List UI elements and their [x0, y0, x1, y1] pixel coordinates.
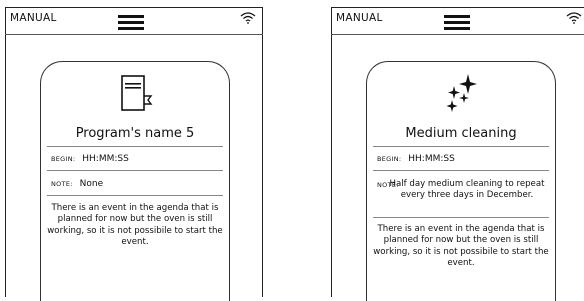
program-title: Program's name 5 — [75, 126, 195, 141]
begin-key: BEGIN: — [377, 155, 402, 163]
conflict-message: There is an event in the agenda that is … — [373, 224, 549, 268]
begin-value: HH:MM:SS — [408, 154, 455, 164]
conflict-message: There is an event in the agenda that is … — [47, 203, 223, 247]
divider — [47, 195, 223, 196]
begin-key: BEGIN: — [51, 155, 76, 163]
begin-row: BEGIN: HH:MM:SS — [51, 154, 129, 164]
begin-value: HH:MM:SS — [82, 154, 129, 164]
event-card: Medium cleaning BEGIN: HH:MM:SS NOTE: Ha… — [366, 61, 556, 301]
left-phone-screen: MANUAL Program's name 5 BEGIN: HH:MM:SS — [5, 7, 263, 301]
divider — [373, 170, 549, 171]
top-bar: MANUAL — [5, 8, 263, 36]
note-row: NOTE: None — [51, 179, 103, 189]
begin-row: BEGIN: HH:MM:SS — [377, 154, 455, 164]
divider — [47, 170, 223, 171]
note-value: Half day medium cleaning to repeat every… — [389, 179, 545, 201]
mode-label: MANUAL — [336, 12, 383, 24]
program-book-icon — [121, 75, 153, 111]
note-key: NOTE: — [51, 180, 73, 188]
top-bar: MANUAL — [331, 8, 584, 36]
hamburger-menu-icon[interactable] — [444, 15, 470, 30]
wifi-icon — [240, 12, 256, 24]
event-card: Program's name 5 BEGIN: HH:MM:SS NOTE: N… — [40, 61, 230, 301]
sparkle-icon — [446, 74, 477, 112]
program-title: Medium cleaning — [405, 126, 517, 141]
divider — [373, 217, 549, 218]
wifi-icon — [566, 12, 582, 24]
divider — [47, 146, 223, 147]
mode-label: MANUAL — [10, 12, 57, 24]
right-phone-screen: MANUAL Medium cleaning BEGIN: HH:MM:SS N… — [331, 7, 584, 301]
divider — [373, 146, 549, 147]
hamburger-menu-icon[interactable] — [118, 15, 144, 30]
note-value: None — [79, 179, 104, 189]
